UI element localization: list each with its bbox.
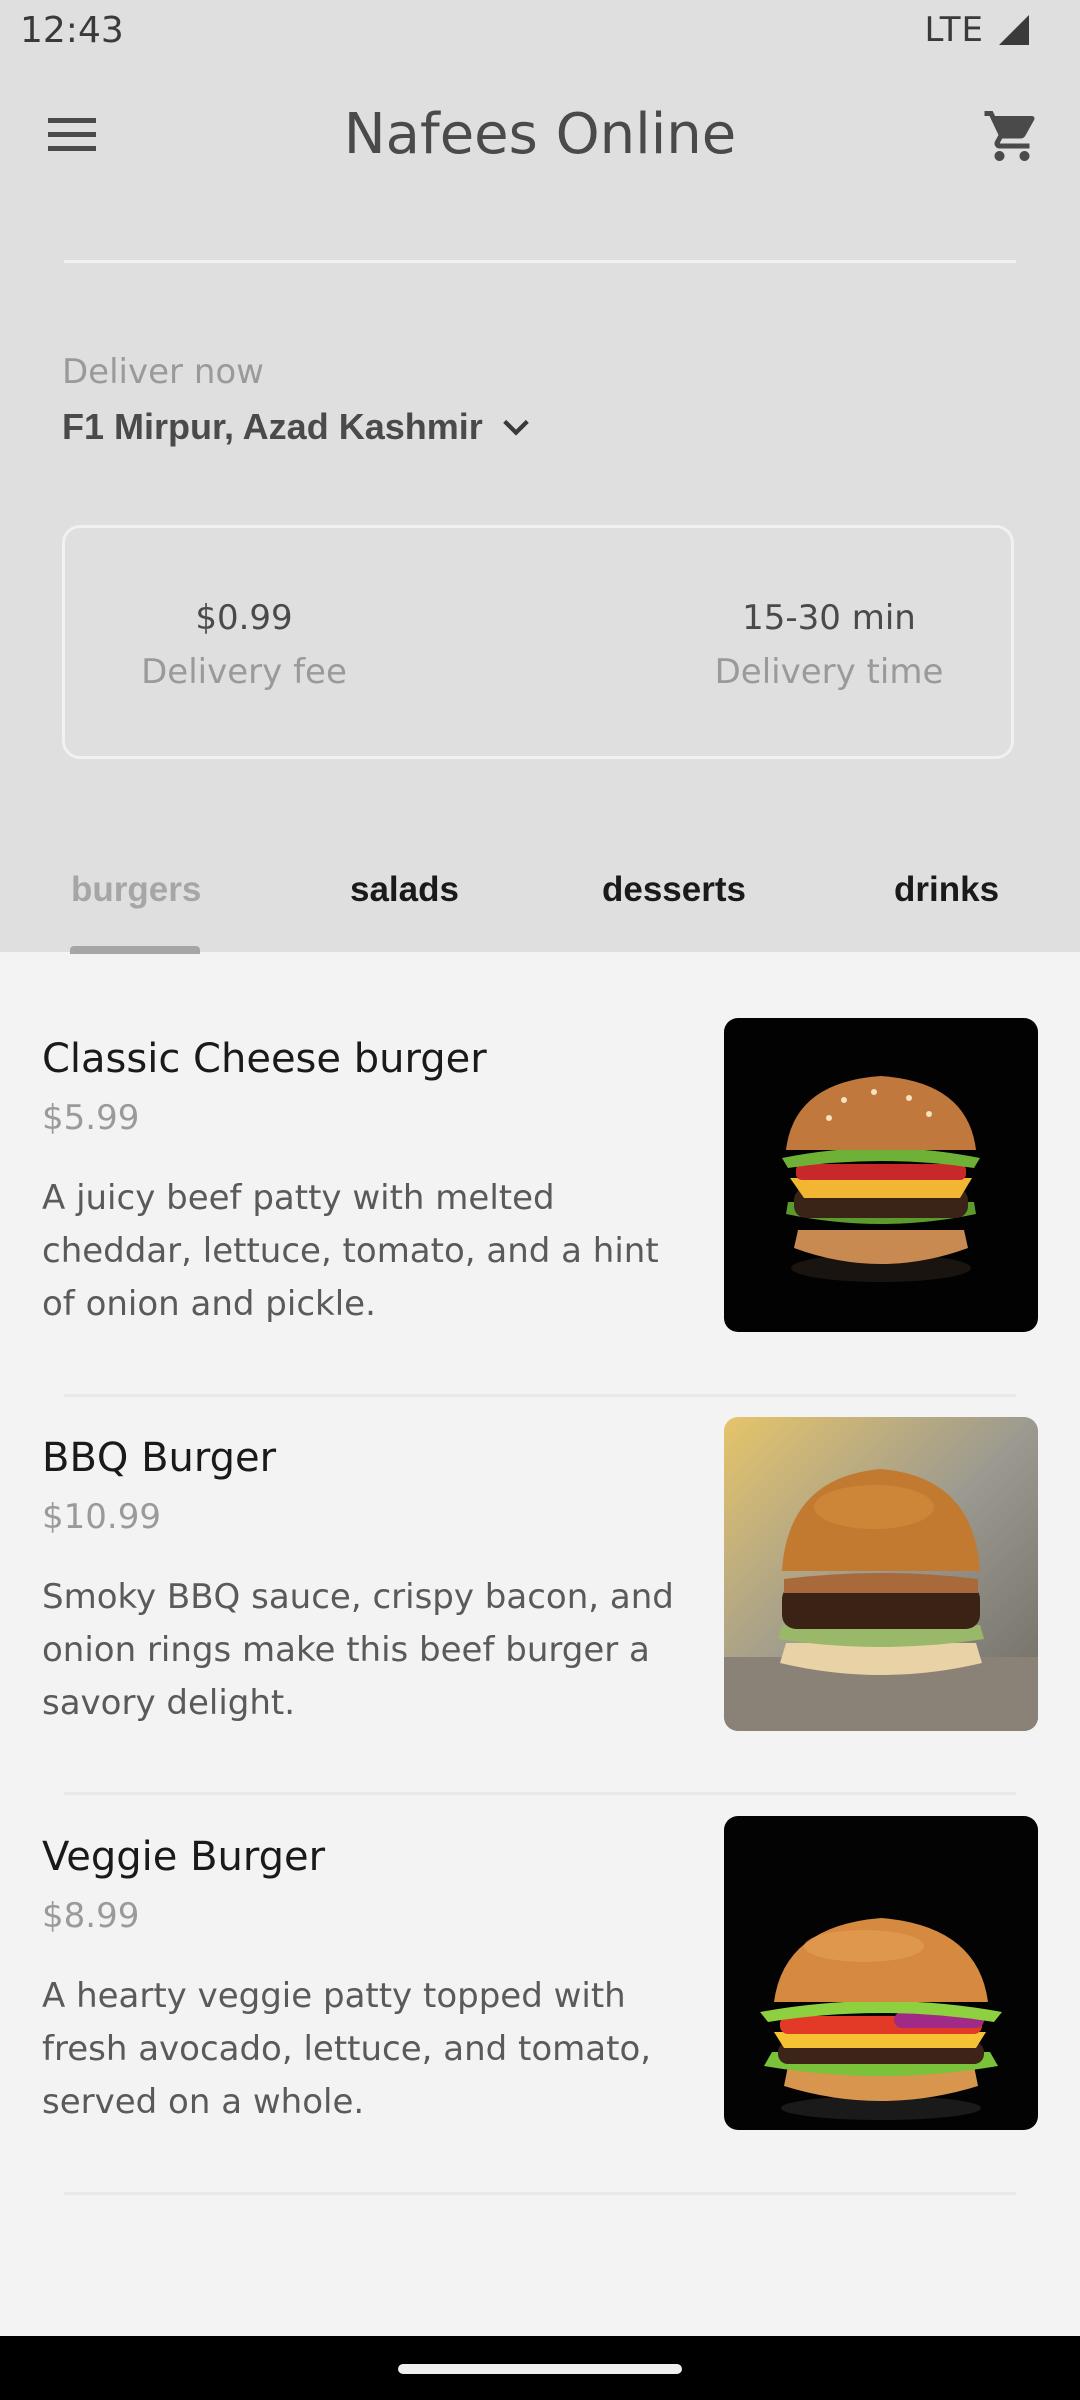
signal-icon	[996, 12, 1032, 48]
item-price: $5.99	[42, 1098, 140, 1138]
item-name: Veggie Burger	[42, 1834, 326, 1880]
list-divider	[64, 1394, 1016, 1397]
chevron-down-icon	[499, 410, 533, 444]
tab-burgers[interactable]: burgers	[71, 870, 201, 910]
header-divider	[64, 260, 1016, 263]
item-image-cheese-burger[interactable]	[724, 1018, 1038, 1332]
category-tabs: burgers salads desserts drinks	[0, 862, 1080, 954]
item-image-bbq-burger[interactable]	[724, 1417, 1038, 1731]
delivery-time: 15-30 min Delivery time	[709, 598, 949, 692]
delivery-fee-label: Delivery fee	[141, 652, 347, 692]
network-type: LTE	[924, 10, 984, 50]
item-price: $10.99	[42, 1497, 161, 1537]
tab-desserts[interactable]: desserts	[602, 870, 746, 910]
location-text: F1 Mirpur, Azad Kashmir	[62, 406, 483, 447]
list-divider	[64, 1792, 1016, 1795]
delivery-fee-value: $0.99	[195, 598, 293, 638]
item-name: Classic Cheese burger	[42, 1036, 487, 1082]
status-indicators: LTE	[924, 10, 1032, 50]
list-divider	[64, 2192, 1016, 2195]
delivery-info-card: $0.99 Delivery fee 15-30 min Delivery ti…	[62, 525, 1014, 759]
item-name: BBQ Burger	[42, 1435, 277, 1481]
app-bar: Nafees Online	[0, 80, 1080, 192]
app-title: Nafees Online	[343, 102, 737, 167]
item-image-veggie-burger[interactable]	[724, 1816, 1038, 2130]
item-description: A hearty veggie patty topped with fresh …	[42, 1976, 652, 2122]
active-tab-indicator	[70, 946, 200, 954]
cart-icon[interactable]	[982, 106, 1042, 166]
delivery-time-value: 15-30 min	[742, 598, 916, 638]
delivery-time-label: Delivery time	[714, 652, 944, 692]
header-area: 12:43 LTE Nafees Online Deliver now F1 M…	[0, 0, 1080, 954]
tab-salads[interactable]: salads	[350, 870, 459, 910]
delivery-fee: $0.99 Delivery fee	[129, 598, 359, 692]
system-navigation-bar	[0, 2336, 1080, 2400]
item-price: $8.99	[42, 1896, 140, 1936]
status-time: 12:43	[20, 10, 124, 51]
status-bar: 12:43 LTE	[0, 0, 1080, 64]
home-handle[interactable]	[398, 2364, 682, 2374]
location-selector[interactable]: F1 Mirpur, Azad Kashmir	[62, 406, 533, 448]
item-description: A juicy beef patty with melted cheddar, …	[42, 1178, 659, 1324]
item-description: Smoky BBQ sauce, crispy bacon, and onion…	[42, 1577, 674, 1723]
tab-drinks[interactable]: drinks	[894, 870, 999, 910]
deliver-now-label: Deliver now	[62, 352, 264, 392]
